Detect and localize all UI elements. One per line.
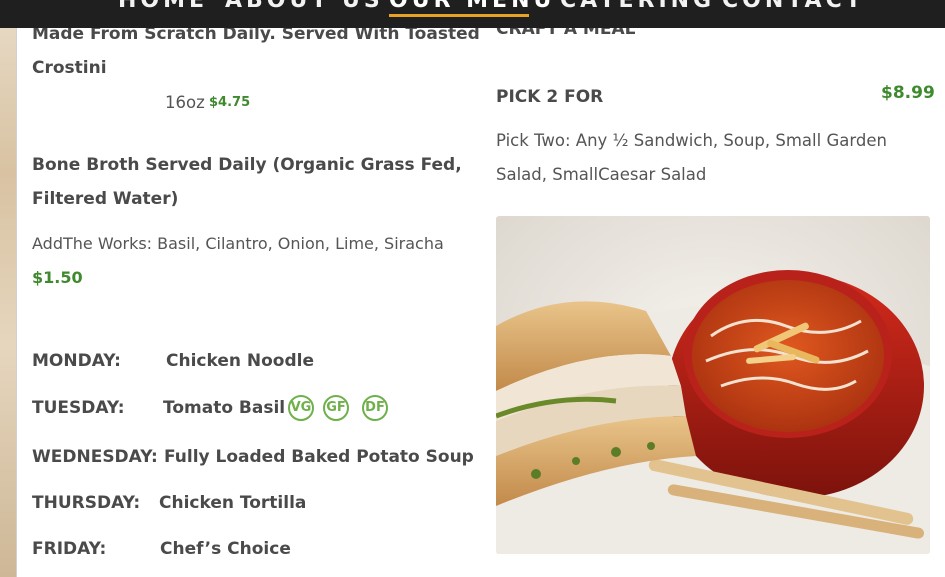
- nav-about-link[interactable]: ABOUT US: [225, 0, 384, 13]
- active-nav-indicator: [389, 14, 529, 17]
- addon-description: AddThe Works: Basil, Cilantro, Onion, Li…: [32, 234, 444, 253]
- dairy-free-badge-icon: DF: [362, 395, 388, 421]
- menu-item-desc-line2: Salad, SmallCaesar Salad: [496, 165, 707, 184]
- nav-contact-link[interactable]: CONTACT: [722, 0, 865, 13]
- nav-catering-link[interactable]: CATERING: [560, 0, 715, 13]
- menu-item-desc-line1: Pick Two: Any ½ Sandwich, Soup, Small Ga…: [496, 131, 887, 150]
- schedule-day-tuesday: TUESDAY:: [32, 398, 125, 418]
- soup-size-price: $4.75: [209, 95, 251, 110]
- schedule-soup-thursday: Chicken Tortilla: [159, 493, 307, 513]
- schedule-day-friday: FRIDAY:: [32, 539, 107, 559]
- vegan-badge-icon: VG: [288, 395, 314, 421]
- menu-item-price: $8.99: [881, 83, 935, 103]
- gluten-free-badge-icon: GF: [323, 395, 349, 421]
- bone-broth-line1: Bone Broth Served Daily (Organic Grass F…: [32, 155, 462, 175]
- schedule-day-monday: MONDAY:: [32, 351, 121, 371]
- addon-price: $1.50: [32, 268, 83, 287]
- page-background-edge: [0, 0, 17, 577]
- schedule-soup-monday: Chicken Noodle: [166, 351, 314, 371]
- soup-sandwich-photo: [496, 216, 930, 554]
- schedule-soup-tuesday: Tomato Basil: [163, 398, 286, 418]
- schedule-day-thursday: THURSDAY:: [32, 493, 141, 513]
- menu-item-name: PICK 2 FOR: [496, 87, 604, 107]
- nav-home-link[interactable]: HOME: [118, 0, 208, 13]
- soup-size: 16oz: [165, 93, 205, 112]
- main-navbar: HOME ABOUT US OUR MENU CATERING CONTACT: [0, 0, 945, 28]
- soup-description-line2: Crostini: [32, 58, 107, 78]
- schedule-soup-friday: Chef’s Choice: [160, 539, 291, 559]
- bone-broth-line2: Filtered Water): [32, 189, 179, 209]
- nav-menu-link[interactable]: OUR MENU: [389, 0, 555, 13]
- schedule-soup-wednesday: Fully Loaded Baked Potato Soup: [164, 447, 474, 467]
- schedule-day-wednesday: WEDNESDAY:: [32, 447, 158, 467]
